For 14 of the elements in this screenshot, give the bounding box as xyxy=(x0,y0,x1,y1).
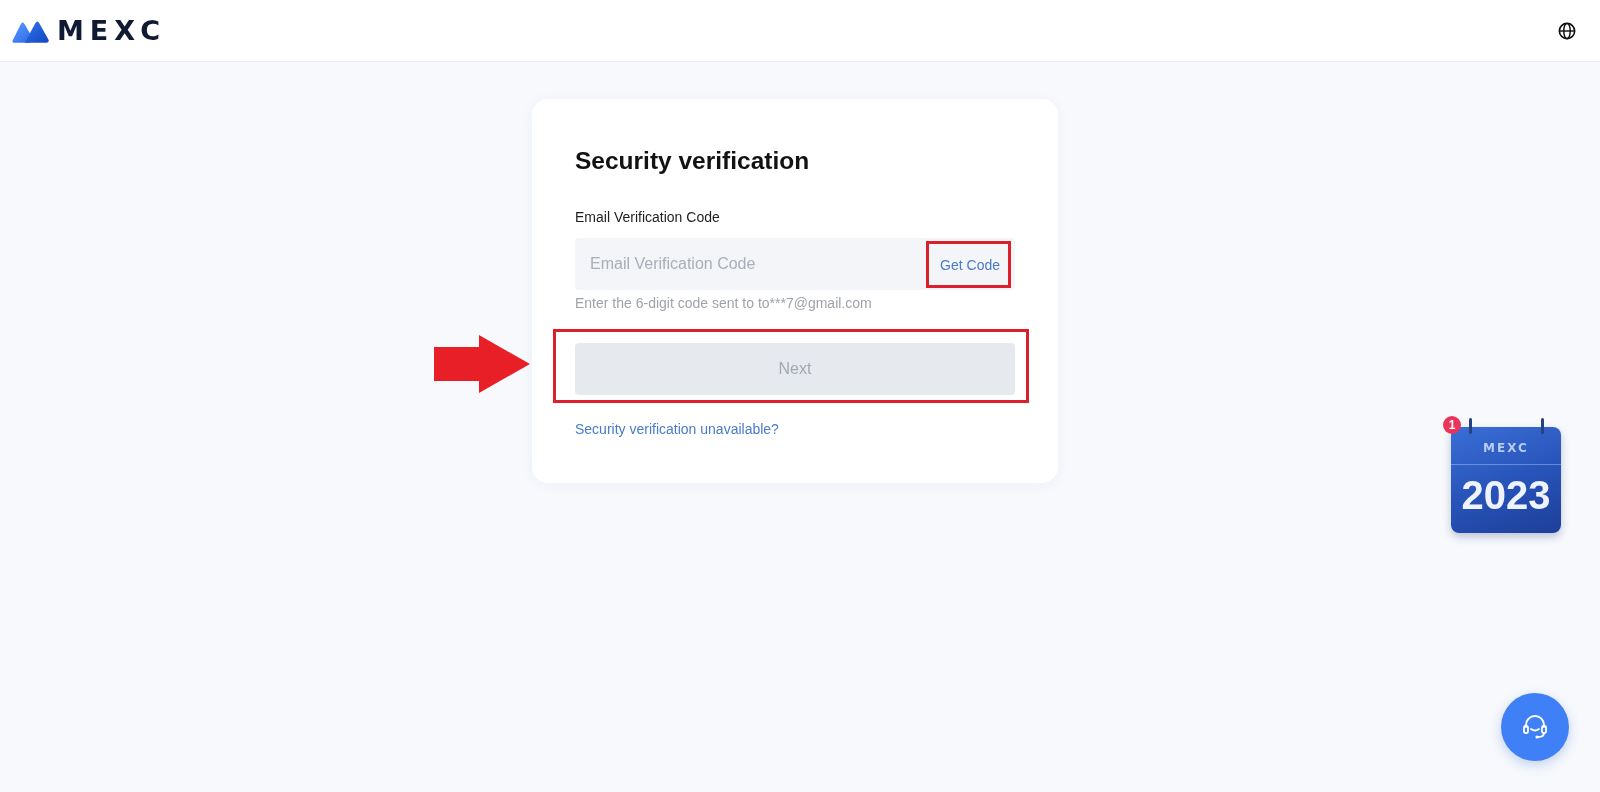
card-title: Security verification xyxy=(575,146,811,176)
notification-badge: 1 xyxy=(1443,416,1461,434)
calendar-brand-text: MEXC xyxy=(1451,440,1561,465)
headset-icon xyxy=(1521,713,1549,741)
support-button[interactable] xyxy=(1501,693,1569,761)
field-hint: Enter the 6-digit code sent to to***7@gmail.com xyxy=(575,294,873,313)
help-link[interactable]: Security verification unavailable? xyxy=(575,419,779,439)
get-code-button[interactable]: Get Code xyxy=(940,254,1000,275)
calendar-year-text: 2023 xyxy=(1461,472,1551,518)
home-logo-link[interactable]: MEXC xyxy=(12,15,166,46)
field-label: Email Verification Code xyxy=(575,208,721,227)
binder-ring-icon xyxy=(1469,418,1472,434)
globe-icon[interactable] xyxy=(1558,21,1576,40)
binder-ring-icon xyxy=(1541,418,1544,434)
